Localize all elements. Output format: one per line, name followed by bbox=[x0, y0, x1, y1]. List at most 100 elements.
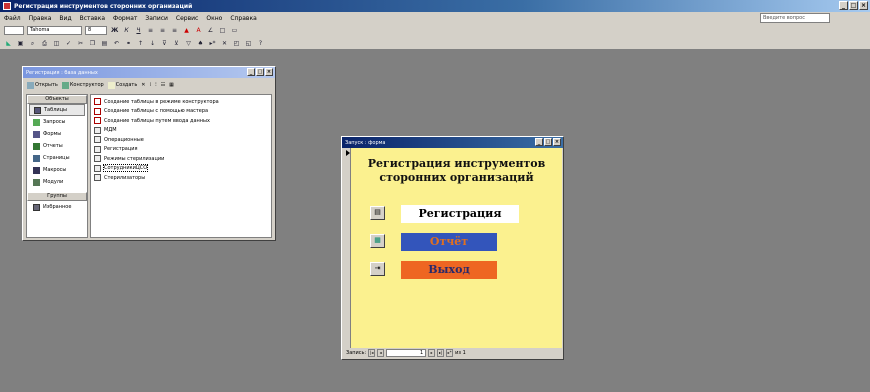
delete-record-icon[interactable]: ✕ bbox=[220, 38, 229, 48]
form-icon bbox=[33, 130, 40, 138]
cut-icon[interactable]: ✂ bbox=[76, 38, 85, 48]
register-command-button[interactable]: ▤ bbox=[370, 206, 385, 220]
line-color-icon[interactable]: ∠ bbox=[206, 26, 215, 35]
object-tables[interactable]: Таблицы bbox=[29, 104, 85, 116]
maximize-button[interactable]: □ bbox=[849, 1, 858, 10]
font-size-combo[interactable]: 8 bbox=[85, 26, 107, 35]
menu-edit[interactable]: Правка bbox=[29, 15, 52, 22]
search-icon[interactable]: ⌕ bbox=[28, 38, 37, 48]
menu-view[interactable]: Вид bbox=[59, 15, 71, 22]
exit-command-button[interactable]: ⇥ bbox=[370, 262, 385, 276]
font-color-icon[interactable]: A bbox=[194, 26, 203, 35]
objects-header[interactable]: Объекты bbox=[27, 95, 87, 104]
menu-tools[interactable]: Сервис bbox=[176, 15, 198, 22]
db-minimize-button[interactable]: _ bbox=[247, 68, 255, 76]
delete-button[interactable]: ✕ bbox=[141, 82, 145, 88]
object-pages[interactable]: Страницы bbox=[27, 152, 87, 164]
menu-records[interactable]: Записи bbox=[145, 15, 168, 22]
form-minimize-button[interactable]: _ bbox=[535, 138, 543, 146]
record-selector[interactable] bbox=[344, 148, 351, 348]
help-icon[interactable]: ? bbox=[256, 38, 265, 48]
db-maximize-button[interactable]: □ bbox=[256, 68, 264, 76]
new-record-button[interactable]: ▸* bbox=[446, 349, 454, 357]
next-record-button[interactable]: ▸ bbox=[428, 349, 436, 357]
report-label[interactable]: Отчёт bbox=[401, 233, 497, 251]
menu-format[interactable]: Формат bbox=[113, 15, 137, 22]
form-window-titlebar[interactable]: Запуск : форма _ □ × bbox=[342, 137, 563, 148]
large-icons-button[interactable]: ⁞ bbox=[150, 82, 152, 88]
view-icon[interactable]: ◣ bbox=[4, 38, 13, 48]
object-queries[interactable]: Запросы bbox=[27, 116, 87, 128]
print-icon[interactable]: ⎙ bbox=[40, 38, 49, 48]
list-item[interactable]: Создание таблицы с помощью мастера bbox=[94, 107, 268, 117]
spelling-icon[interactable]: ✓ bbox=[64, 38, 73, 48]
access-app-icon[interactable] bbox=[3, 2, 11, 10]
new-object-icon[interactable]: ◱ bbox=[244, 38, 253, 48]
new-record-icon[interactable]: ▸* bbox=[208, 38, 217, 48]
create-button[interactable]: Создать bbox=[107, 81, 137, 89]
list-item[interactable]: Регистрация bbox=[94, 145, 268, 155]
underline-icon[interactable]: Ч bbox=[134, 26, 143, 35]
sort-desc-icon[interactable]: ↓ bbox=[148, 38, 157, 48]
menu-insert[interactable]: Вставка bbox=[80, 15, 105, 22]
preview-icon[interactable]: ◫ bbox=[52, 38, 61, 48]
details-view-button[interactable]: ▦ bbox=[169, 82, 174, 88]
object-reports[interactable]: Отчеты bbox=[27, 140, 87, 152]
list-item[interactable]: СотрудникиЦСО bbox=[94, 164, 268, 174]
menu-file[interactable]: Файл bbox=[4, 15, 21, 22]
form-close-button[interactable]: × bbox=[553, 138, 561, 146]
database-window-icon[interactable]: ◰ bbox=[232, 38, 241, 48]
last-record-button[interactable]: ▸| bbox=[437, 349, 445, 357]
prev-record-button[interactable]: ◂ bbox=[377, 349, 385, 357]
list-item[interactable]: Создание таблицы в режиме конструктора bbox=[94, 97, 268, 107]
copy-icon[interactable]: ❐ bbox=[88, 38, 97, 48]
groups-header[interactable]: Группы bbox=[27, 192, 87, 201]
undo-icon[interactable]: ↶ bbox=[112, 38, 121, 48]
form-icon: ▤ bbox=[374, 208, 381, 216]
open-button[interactable]: Открыть bbox=[27, 81, 58, 89]
menu-help[interactable]: Справка bbox=[230, 15, 256, 22]
menu-window[interactable]: Окно bbox=[206, 15, 222, 22]
object-forms[interactable]: Формы bbox=[27, 128, 87, 140]
first-record-button[interactable]: |◂ bbox=[368, 349, 376, 357]
align-center-icon[interactable]: ≡ bbox=[158, 26, 167, 35]
report-command-button[interactable]: ▦ bbox=[370, 234, 385, 248]
record-number-input[interactable]: 1 bbox=[386, 349, 427, 357]
filter-icon[interactable]: ⊽ bbox=[160, 38, 169, 48]
list-item[interactable]: Стерилизаторы bbox=[94, 173, 268, 183]
db-window-titlebar[interactable]: Регистрация : база данных _ □ × bbox=[23, 67, 275, 78]
italic-icon[interactable]: К bbox=[122, 26, 131, 35]
paste-icon[interactable]: ▤ bbox=[100, 38, 109, 48]
list-item[interactable]: Создание таблицы путем ввода данных bbox=[94, 116, 268, 126]
align-right-icon[interactable]: ≡ bbox=[170, 26, 179, 35]
design-button[interactable]: Конструктор bbox=[61, 81, 104, 89]
minimize-button[interactable]: _ bbox=[839, 1, 848, 10]
hyperlink-icon[interactable]: ⚭ bbox=[124, 38, 133, 48]
bold-icon[interactable]: Ж bbox=[110, 26, 119, 35]
fill-color-icon[interactable]: ▲ bbox=[182, 26, 191, 35]
group-favorites[interactable]: Избранное bbox=[27, 201, 87, 213]
list-item[interactable]: МДМ bbox=[94, 126, 268, 136]
list-item[interactable]: Операционные bbox=[94, 135, 268, 145]
align-left-icon[interactable]: ≡ bbox=[146, 26, 155, 35]
filter-form-icon[interactable]: ⊻ bbox=[172, 38, 181, 48]
save-icon[interactable]: ▣ bbox=[16, 38, 25, 48]
close-button[interactable]: × bbox=[859, 1, 868, 10]
register-label[interactable]: Регистрация bbox=[401, 205, 519, 223]
form-maximize-button[interactable]: □ bbox=[544, 138, 552, 146]
help-question-input[interactable]: Введите вопрос bbox=[760, 13, 830, 23]
font-name-combo[interactable]: Tahoma bbox=[27, 26, 82, 35]
border-icon[interactable]: □ bbox=[218, 26, 227, 35]
object-combo[interactable] bbox=[4, 26, 24, 35]
exit-label[interactable]: Выход bbox=[401, 261, 497, 279]
sort-asc-icon[interactable]: ↑ bbox=[136, 38, 145, 48]
object-macros[interactable]: Макросы bbox=[27, 164, 87, 176]
list-view-button[interactable]: ☷ bbox=[161, 82, 165, 88]
find-icon[interactable]: ♠ bbox=[196, 38, 205, 48]
object-modules[interactable]: Модули bbox=[27, 176, 87, 188]
apply-filter-icon[interactable]: ▽ bbox=[184, 38, 193, 48]
special-effect-icon[interactable]: ▭ bbox=[230, 26, 239, 35]
small-icons-button[interactable]: ⁝ bbox=[155, 82, 157, 88]
list-item[interactable]: Режимы стерилизации bbox=[94, 154, 268, 164]
db-close-button[interactable]: × bbox=[265, 68, 273, 76]
